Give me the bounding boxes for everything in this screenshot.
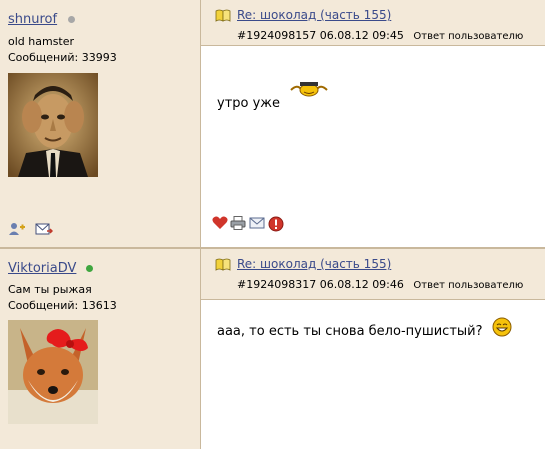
user-title: old hamster [8,35,75,48]
book-icon [215,9,231,22]
post-time: 09:46 [372,278,404,291]
smiley-icon [289,80,329,103]
post-1: shnurof old hamster Сообщений: 33993 Re:… [0,0,545,247]
smiley-icon [492,317,512,340]
post-meta: #1924098317 06.08.12 09:46 Ответ пользов… [237,278,523,291]
post-body-text: ааа, то есть ты снова бело-пушистый? [217,324,483,339]
post-date: 06.08.12 [319,278,369,291]
message-count: Сообщений: 13613 [8,299,117,312]
email-icon[interactable] [249,216,265,233]
author-name[interactable]: shnurof [8,12,57,27]
post-id[interactable]: #1924098157 [237,29,316,42]
heart-icon[interactable] [212,216,228,233]
post-content: Re: шоколад (часть 155) #1924098157 06.0… [201,0,545,247]
post-header: Re: шоколад (часть 155) #1924098157 06.0… [201,0,545,46]
send-message-icon[interactable] [35,222,54,239]
post-meta: #1924098157 06.08.12 09:45 Ответ пользов… [237,29,523,42]
post-title-link[interactable]: Re: шоколад (часть 155) [237,8,391,22]
avatar [8,73,98,177]
message-count: Сообщений: 33993 [8,51,117,64]
author-panel: ViktoriaDV Сам ты рыжая Сообщений: 13613 [0,249,201,449]
post-date: 06.08.12 [319,29,369,42]
author-name[interactable]: ViktoriaDV [8,261,76,276]
post-id[interactable]: #1924098317 [237,278,316,291]
post-2: ViktoriaDV Сам ты рыжая Сообщений: 13613 [0,249,545,449]
post-title-link[interactable]: Re: шоколад (часть 155) [237,257,391,271]
reply-to-user-link[interactable]: Ответ пользователю [413,280,523,291]
post-header: Re: шоколад (часть 155) #1924098317 06.0… [201,249,545,300]
online-status-icon [86,265,93,272]
post-body-text: утро уже [217,96,281,111]
report-icon[interactable] [268,216,284,235]
offline-status-icon [68,16,75,23]
add-friend-icon[interactable] [8,222,26,239]
avatar [8,320,98,424]
book-icon [215,258,231,271]
post-content: Re: шоколад (часть 155) #1924098317 06.0… [201,249,545,449]
post-time: 09:45 [372,29,404,42]
reply-to-user-link[interactable]: Ответ пользователю [413,31,523,42]
user-title: Сам ты рыжая [8,283,92,296]
print-icon[interactable] [230,216,246,233]
author-panel: shnurof old hamster Сообщений: 33993 [0,0,201,247]
